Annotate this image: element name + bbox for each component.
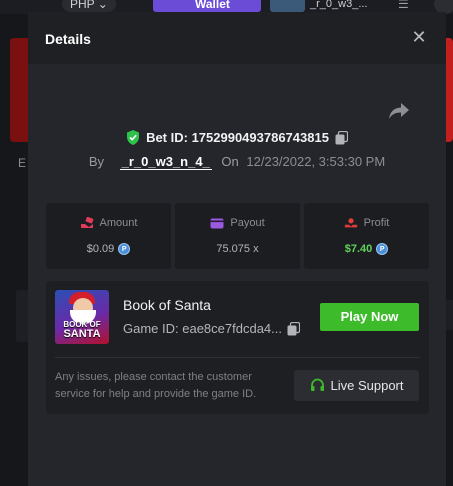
page: PHP ⌄ Wallet _r_0_w3_... ☰ E Details ✕ B…: [0, 0, 453, 486]
bet-details-modal: Details ✕ Bet ID: 1752990493786743815 By: [28, 12, 446, 486]
bet-stats: Amount $0.09 P Payout 75.075 x Profit $7…: [46, 203, 429, 269]
payout-value: 75.075 x: [216, 243, 259, 255]
game-card: BOOK OF SANTA Book of Santa Game ID: eae…: [46, 281, 429, 414]
background-username: _r_0_w3_...: [310, 0, 368, 10]
bettor-username[interactable]: _r_0_w3_n_4_: [119, 154, 212, 170]
game-thumbnail[interactable]: BOOK OF SANTA: [55, 290, 109, 344]
game-id: Game ID: eae8ce7fdcda4...: [123, 321, 282, 336]
user-avatar[interactable]: [270, 0, 305, 12]
live-support-button[interactable]: Live Support: [294, 370, 419, 401]
game-id-row: Game ID: eae8ce7fdcda4...: [123, 321, 300, 336]
bet-id: Bet ID: 1752990493786743815: [146, 130, 329, 145]
wallet-button[interactable]: Wallet: [153, 0, 261, 12]
amount-value: $0.09: [86, 243, 115, 255]
profit-icon: [344, 218, 357, 228]
copy-icon[interactable]: [335, 130, 348, 145]
by-label: By: [88, 154, 104, 169]
game-name: Book of Santa: [123, 297, 211, 313]
profit-value: $7.40: [344, 243, 373, 255]
on-label: On: [221, 154, 239, 169]
share-icon[interactable]: [388, 102, 410, 120]
close-icon[interactable]: ✕: [410, 28, 428, 46]
amount-stat: Amount $0.09 P: [46, 203, 171, 269]
bet-date: 12/23/2022, 3:53:30 PM: [246, 154, 386, 169]
coin-icon: P: [118, 243, 131, 255]
wallet-icon: [210, 218, 224, 229]
amount-label: Amount: [99, 217, 138, 229]
copy-icon[interactable]: [287, 321, 300, 336]
payout-stat: Payout 75.075 x: [175, 203, 300, 269]
support-note: Any issues, please contact the customer …: [55, 371, 257, 400]
modal-header: Details ✕: [28, 12, 446, 64]
divider: [55, 357, 420, 358]
profit-stat: Profit $7.40 P: [304, 203, 429, 269]
bet-id-row: Bet ID: 1752990493786743815: [28, 130, 446, 148]
profit-label: Profit: [363, 217, 390, 229]
headset-icon: [310, 378, 324, 391]
menu-icon[interactable]: ☰: [398, 0, 409, 12]
coin-icon: P: [376, 243, 389, 255]
bettor-row: By _r_0_w3_n_4_ On 12/23/2022, 3:53:30 P…: [28, 154, 446, 170]
modal-title: Details: [45, 31, 91, 47]
thumbnail-logo: BOOK OF SANTA: [63, 320, 101, 340]
shield-check-icon: [127, 130, 140, 145]
live-support-label: Live Support: [330, 378, 404, 393]
background-text: E: [18, 156, 27, 170]
payout-label: Payout: [230, 217, 265, 229]
play-now-button[interactable]: Play Now: [320, 303, 419, 331]
money-hand-icon: [80, 217, 93, 228]
currency-selector[interactable]: PHP ⌄: [62, 0, 116, 12]
